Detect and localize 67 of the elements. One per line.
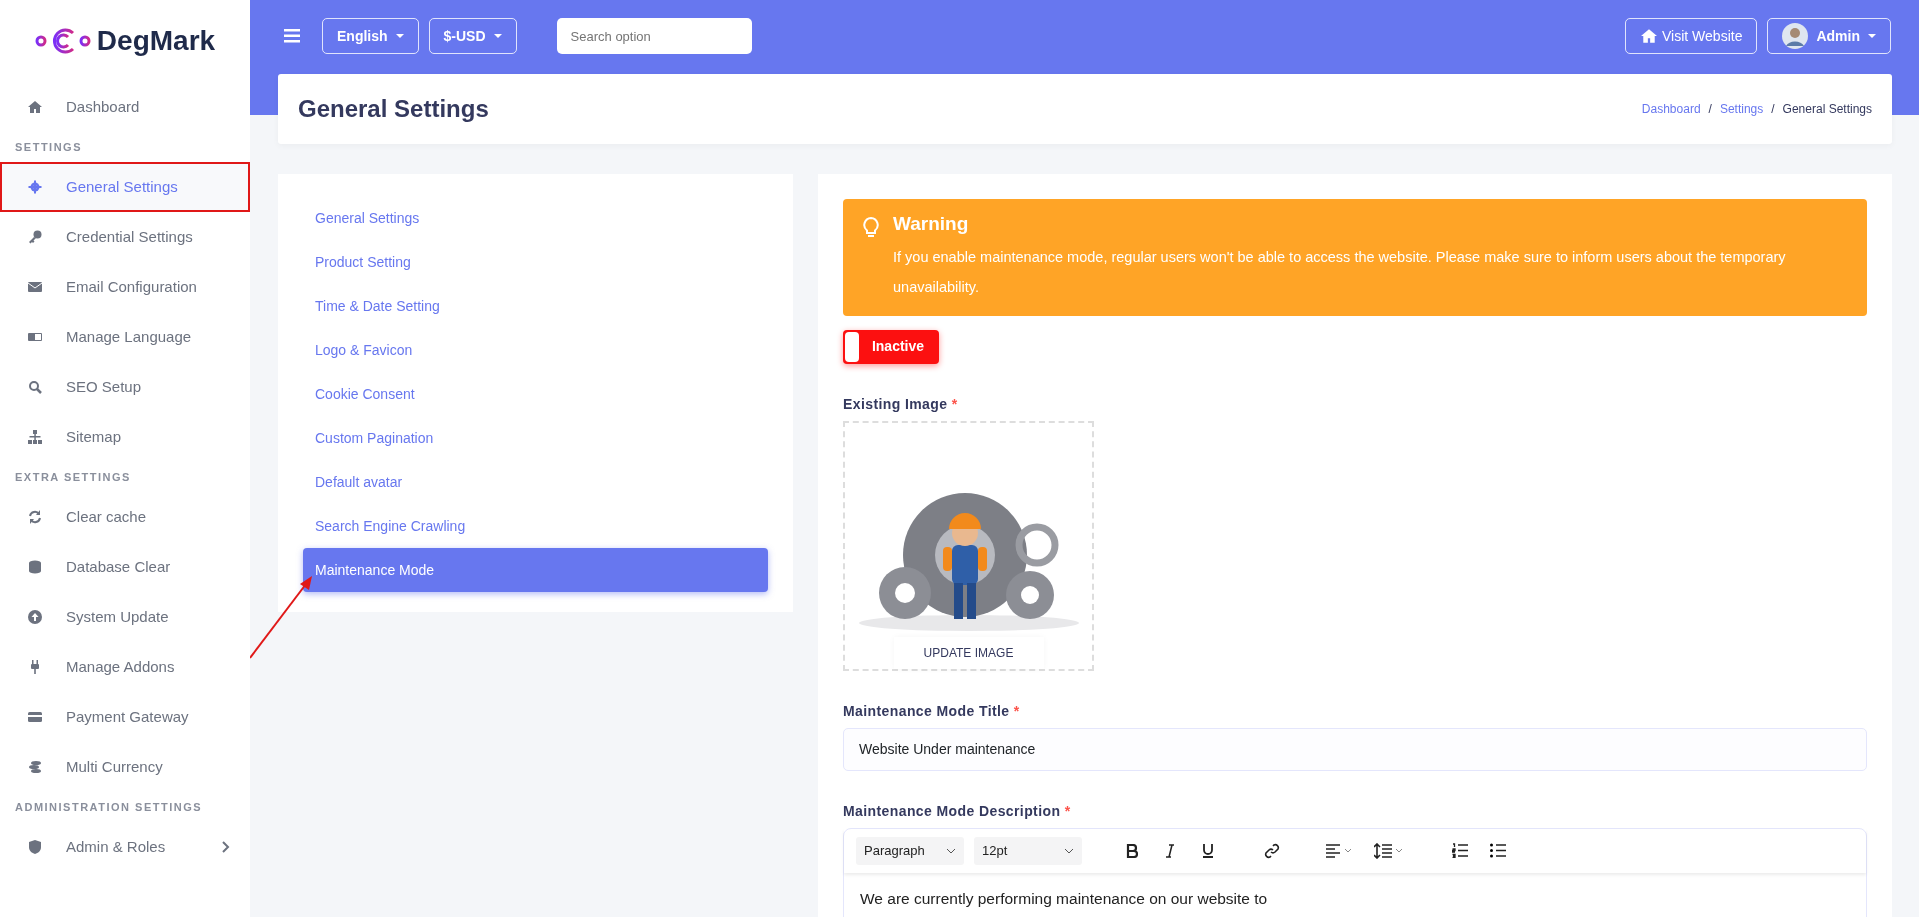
logo-icon — [34, 26, 91, 56]
title-input-field[interactable]: Website Under maintenance — [843, 727, 1867, 771]
sidebar-item[interactable]: Database Clear — [0, 542, 250, 592]
settings-menu-item[interactable]: Custom Pagination — [303, 416, 768, 460]
search-icon — [28, 380, 42, 394]
home-icon — [1640, 28, 1659, 44]
coins-icon — [28, 760, 42, 774]
field-label: Existing Image * — [843, 394, 959, 414]
sidebar-item[interactable]: Clear cache — [0, 492, 250, 542]
breadcrumb-link[interactable]: Dashboard — [1641, 100, 1701, 118]
refresh-icon — [28, 510, 42, 524]
editor-text: We are currently performing maintenance on our website to — [859, 888, 1269, 909]
sidebar-item[interactable]: Multi Currency — [0, 742, 250, 792]
settings-menu-item[interactable]: Search Engine Crawling — [303, 504, 768, 548]
avatar-icon — [1782, 23, 1809, 49]
sidebar-item[interactable]: System Update — [0, 592, 250, 642]
sitemap-icon — [28, 430, 42, 444]
settings-menu-item[interactable]: General Settings — [303, 196, 768, 240]
lightbulb-icon — [863, 217, 879, 239]
breadcrumb-separator: / — [1708, 101, 1712, 118]
font-size-select[interactable]: 12pt — [974, 836, 1082, 865]
upload-icon — [28, 610, 42, 624]
brand-name: DegMark — [96, 24, 216, 58]
settings-menu-item[interactable]: Default avatar — [303, 460, 768, 504]
sidebar-item[interactable]: SEO Setup — [0, 362, 250, 412]
settings-menu-item[interactable]: Logo & Favicon — [303, 328, 768, 372]
sidebar-item[interactable]: Manage Language — [0, 312, 250, 362]
sidebar-item[interactable]: General Settings — [0, 162, 250, 212]
search-field[interactable]: Search option — [556, 18, 752, 54]
visit-website-button[interactable]: Visit Website — [1625, 18, 1758, 54]
plug-icon — [28, 660, 42, 674]
home-icon — [28, 100, 42, 114]
user-menu-button[interactable]: Admin — [1767, 18, 1891, 54]
breadcrumb-current: General Settings — [1782, 101, 1872, 118]
sidebar-item[interactable]: Sitemap — [0, 412, 250, 462]
field-label: Maintenance Mode Title * — [843, 701, 1021, 721]
sidebar-item[interactable]: Dashboard — [0, 82, 250, 132]
settings-menu-item[interactable]: Time & Date Setting — [303, 284, 768, 328]
breadcrumb-separator: / — [1771, 101, 1775, 118]
block-format-select[interactable]: Paragraph — [856, 836, 964, 865]
chevron-down-icon — [946, 847, 956, 854]
settings-menu-item[interactable]: Cookie Consent — [303, 372, 768, 416]
status-toggle[interactable]: Inactive — [843, 329, 939, 364]
sidebar-item[interactable]: Credential Settings — [0, 212, 250, 262]
sidebar-item[interactable]: Manage Addons — [0, 642, 250, 692]
shield-icon — [28, 840, 42, 854]
chevron-down-icon — [1064, 847, 1074, 854]
breadcrumb-link[interactable]: Settings — [1719, 100, 1764, 118]
credit-card-icon — [28, 710, 42, 724]
sidebar-item[interactable]: Payment Gateway — [0, 692, 250, 742]
currency-dropdown[interactable]: $-USD — [428, 18, 517, 54]
warning-text: If you enable maintenance mode, regular users won't be able to access the website. Please make sure to inform users about the temporary unavailability. — [893, 247, 1787, 297]
update-image-button[interactable]: UPDATE IMAGE — [893, 636, 1044, 669]
settings-menu-item[interactable]: Maintenance Mode — [303, 548, 768, 592]
section-heading: EXTRA SETTINGS — [14, 469, 132, 485]
field-label: Maintenance Mode Description * — [843, 801, 1072, 821]
section-heading: ADMINISTRATION SETTINGS — [14, 799, 204, 815]
page-title: General Settings — [298, 94, 489, 124]
key-icon — [28, 230, 42, 244]
settings-menu-item[interactable]: Product Setting — [303, 240, 768, 284]
sidebar-item[interactable]: Admin & Roles — [0, 822, 250, 872]
warning-title: Warning — [893, 213, 970, 236]
database-icon — [28, 560, 42, 574]
language-dropdown[interactable]: English — [322, 18, 419, 54]
sidebar-item[interactable]: Email Configuration — [0, 262, 250, 312]
section-heading: SETTINGS — [14, 139, 83, 155]
envelope-icon — [28, 280, 42, 294]
